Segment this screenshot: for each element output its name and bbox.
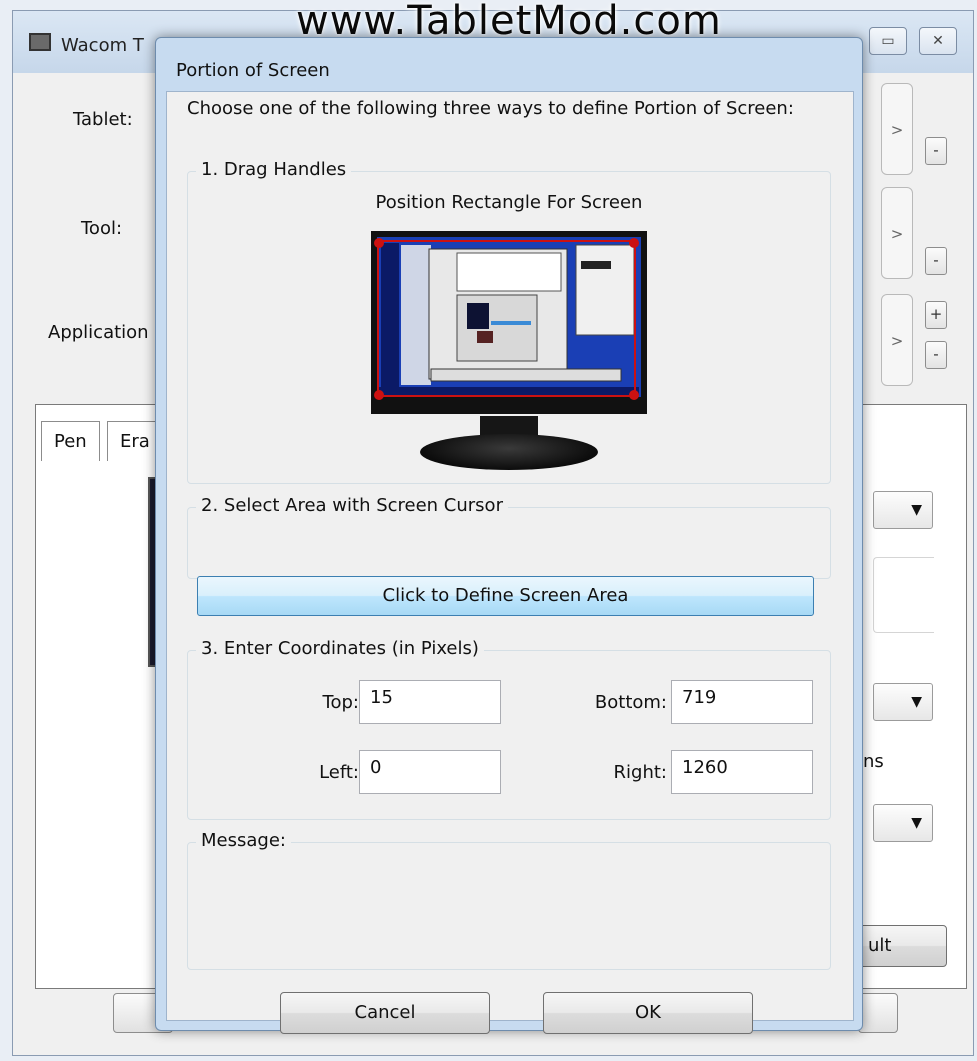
dialog-body: Choose one of the following three ways t… (166, 91, 854, 1034)
remove-application-button[interactable]: - (925, 341, 947, 369)
top-field[interactable]: 15 (359, 680, 501, 724)
background-window-title: Wacom T (61, 35, 144, 56)
chevron-down-icon: ▼ (911, 502, 922, 518)
chevron-down-icon: ▼ (911, 815, 922, 831)
position-rectangle-caption: Position Rectangle For Screen (375, 192, 643, 213)
select-area-group: 2. Select Area with Screen Cursor (187, 495, 831, 579)
dropdown-3[interactable]: ▼ (873, 804, 933, 842)
restore-icon[interactable]: ▭ (869, 27, 907, 55)
remove-tool-button[interactable]: - (925, 247, 947, 275)
close-icon[interactable]: ✕ (919, 27, 957, 55)
instructions-text: Choose one of the following three ways t… (187, 98, 794, 119)
message-group: Message: (187, 830, 831, 970)
tablet-scroll-right-button[interactable]: > (881, 83, 913, 175)
drag-handles-label: 1. Drag Handles (196, 159, 352, 180)
right-label: Right: (613, 762, 667, 783)
drag-handle-bottom-right[interactable] (629, 390, 639, 400)
tool-scroll-right-button[interactable]: > (881, 187, 913, 279)
select-area-label: 2. Select Area with Screen Cursor (196, 495, 508, 516)
bottom-field[interactable]: 719 (671, 680, 813, 724)
bottom-label: Bottom: (594, 692, 667, 713)
remove-tablet-button[interactable]: - (925, 137, 947, 165)
drag-handles-group: 1. Drag Handles Position Rectangle For S… (187, 159, 831, 484)
monitor-base (420, 434, 598, 470)
app-icon (29, 33, 51, 51)
left-label: Left: (319, 762, 359, 783)
application-scroll-right-button[interactable]: > (881, 294, 913, 386)
drag-handle-top-right[interactable] (629, 238, 639, 248)
tab-pen[interactable]: Pen (41, 421, 100, 461)
drag-handle-bottom-left[interactable] (374, 390, 384, 400)
tab-eraser[interactable]: Era (107, 421, 162, 461)
ok-button[interactable]: OK (543, 992, 753, 1034)
coordinates-label: 3. Enter Coordinates (in Pixels) (196, 638, 484, 659)
message-label: Message: (196, 830, 291, 851)
dialog-title: Portion of Screen (176, 60, 330, 81)
bottom-right-button[interactable] (858, 993, 898, 1033)
left-field[interactable]: 0 (359, 750, 501, 794)
chevron-down-icon: ▼ (911, 694, 922, 710)
application-label: Application (48, 322, 149, 343)
drag-handle-top-left[interactable] (374, 238, 384, 248)
tool-label: Tool: (81, 218, 123, 239)
cancel-button[interactable]: Cancel (280, 992, 490, 1034)
add-application-button[interactable]: + (925, 301, 947, 329)
group-box-partial (873, 557, 934, 633)
tablet-label: Tablet: (73, 109, 133, 130)
monitor-preview[interactable] (371, 231, 647, 416)
dropdown-1[interactable]: ▼ (873, 491, 933, 529)
top-label: Top: (322, 692, 359, 713)
dropdown-2[interactable]: ▼ (873, 683, 933, 721)
right-field[interactable]: 1260 (671, 750, 813, 794)
portion-of-screen-dialog: Portion of Screen Choose one of the foll… (155, 37, 863, 1034)
coordinates-group: 3. Enter Coordinates (in Pixels) (187, 638, 831, 820)
partial-label: ns (863, 751, 884, 772)
define-screen-area-button[interactable]: Click to Define Screen Area (197, 576, 814, 616)
